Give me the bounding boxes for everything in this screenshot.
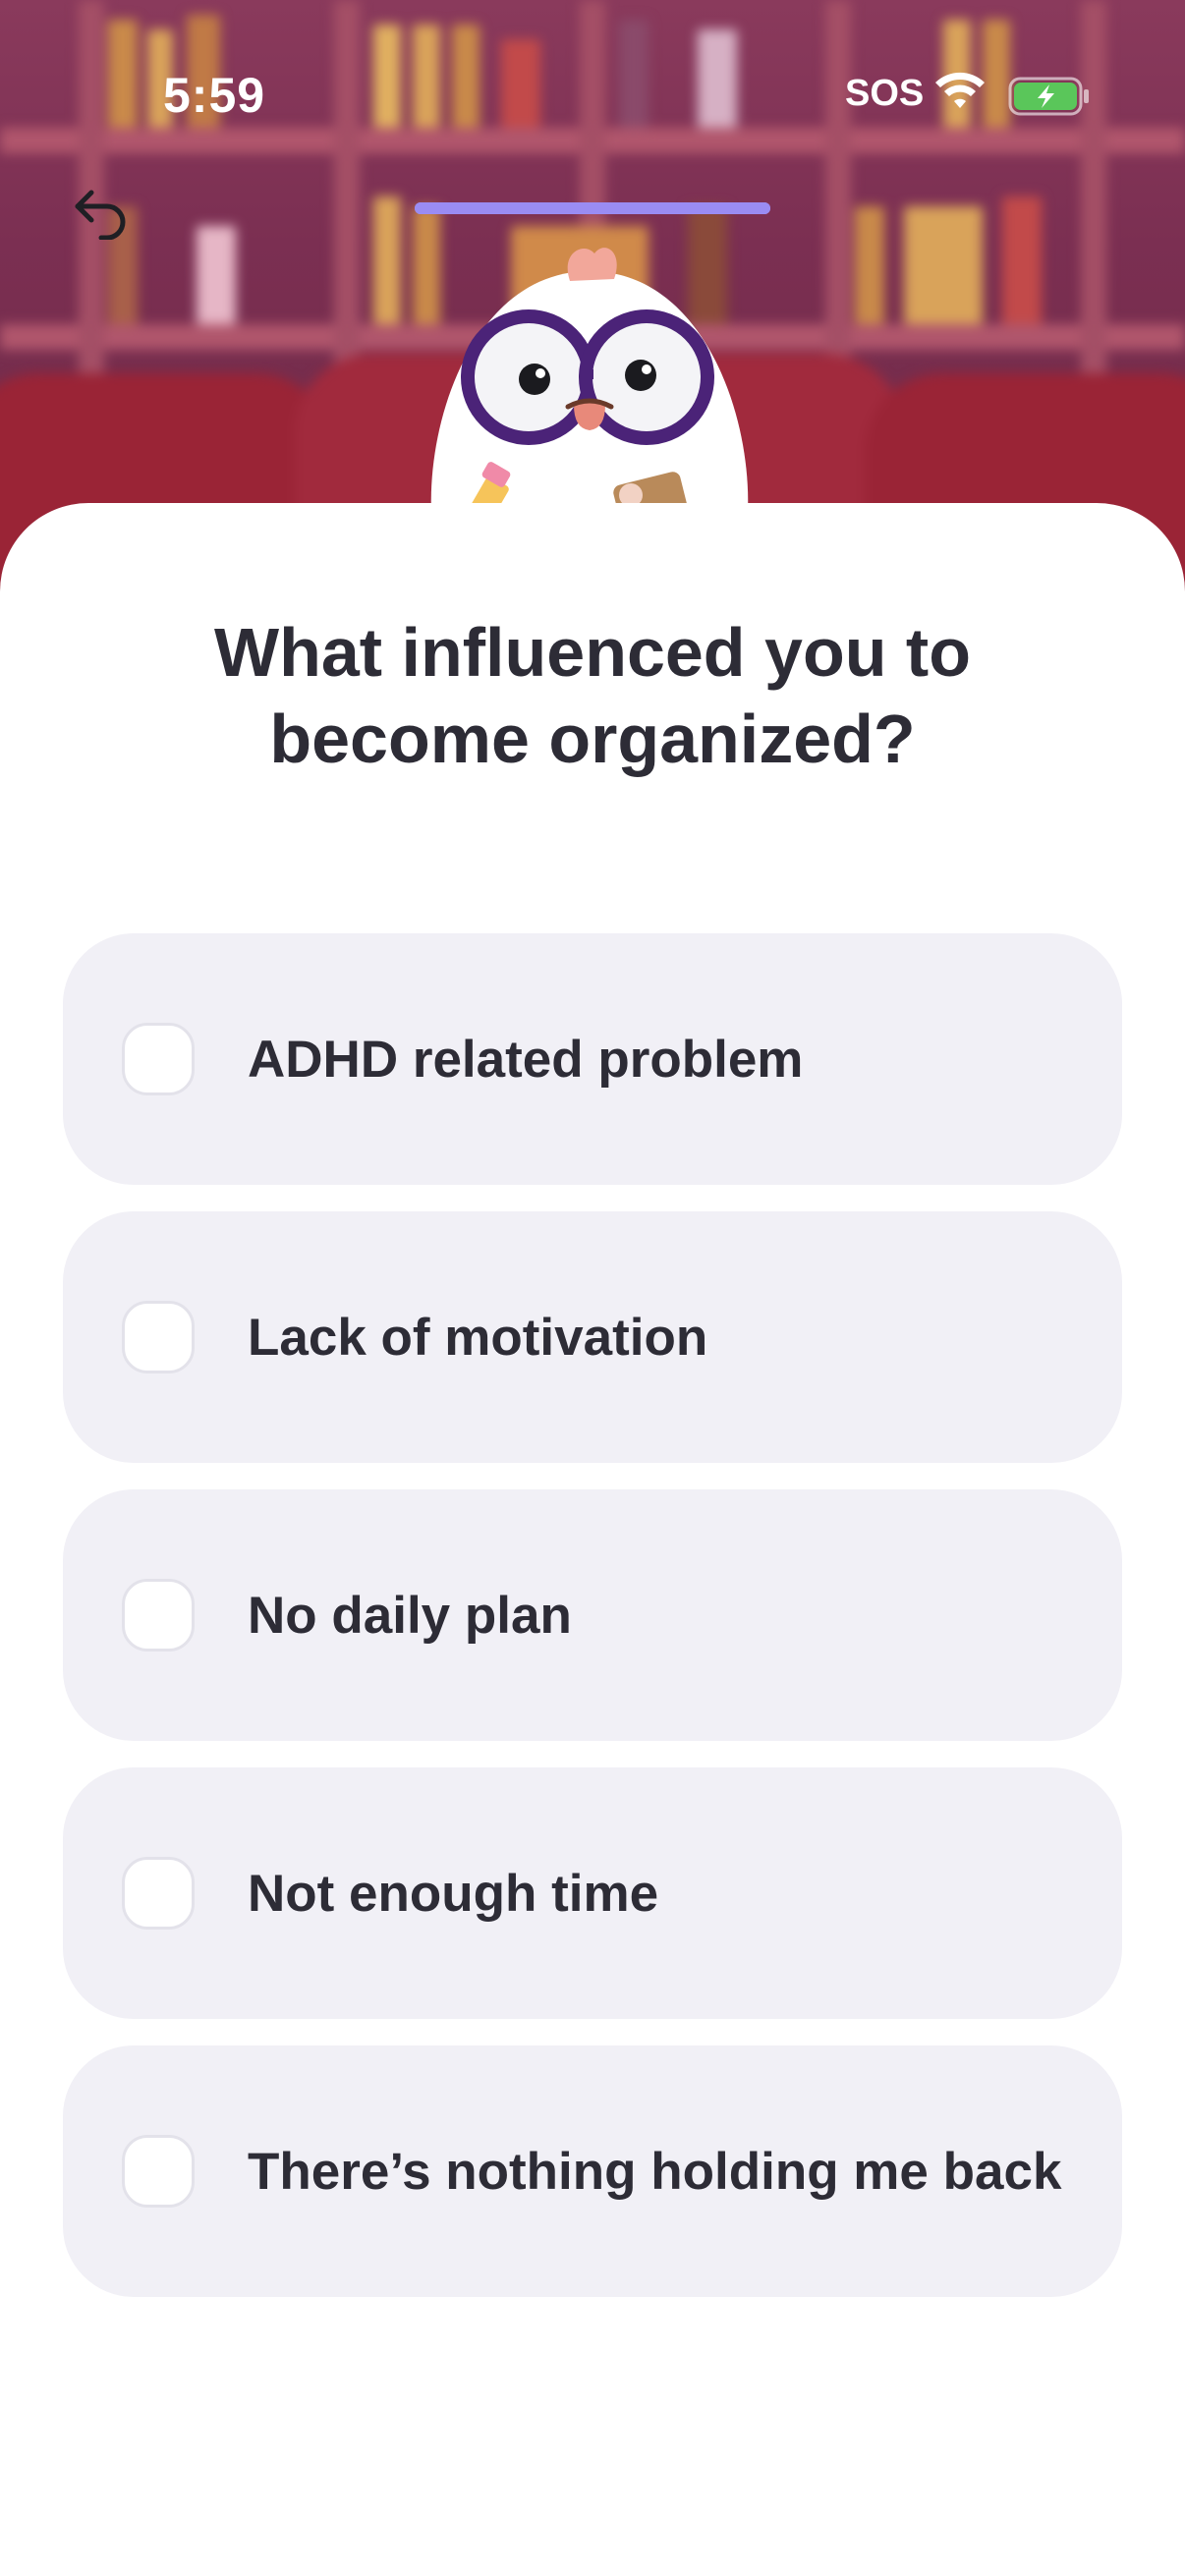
option-adhd[interactable]: ADHD related problem	[63, 933, 1122, 1185]
option-lack-of-motivation[interactable]: Lack of motivation	[63, 1211, 1122, 1463]
question-title: What influenced you to become organized?	[214, 614, 971, 777]
progress-bar	[415, 202, 770, 214]
checkbox[interactable]	[122, 1301, 195, 1373]
status-bar: 5:59 SOS	[0, 0, 1185, 196]
option-no-daily-plan[interactable]: No daily plan	[63, 1489, 1122, 1741]
option-label: There’s nothing holding me back	[248, 2142, 1062, 2201]
checkbox[interactable]	[122, 2135, 195, 2208]
option-nothing-holding-back[interactable]: There’s nothing holding me back	[63, 2045, 1122, 2297]
status-time: 5:59	[163, 68, 266, 123]
checkbox[interactable]	[122, 1857, 195, 1930]
back-arrow-icon	[75, 190, 126, 240]
back-button[interactable]	[65, 177, 138, 250]
status-carrier: SOS	[845, 73, 925, 114]
options-list: ADHD related problem Lack of motivation …	[63, 933, 1122, 2324]
option-label: Not enough time	[248, 1864, 659, 1923]
question-card: What influenced you to become organized?…	[0, 503, 1185, 2576]
option-label: Lack of motivation	[248, 1308, 708, 1367]
owl-mascot-image	[413, 232, 766, 552]
checkbox[interactable]	[122, 1023, 195, 1095]
option-not-enough-time[interactable]: Not enough time	[63, 1767, 1122, 2019]
option-label: ADHD related problem	[248, 1030, 804, 1089]
checkbox[interactable]	[122, 1579, 195, 1652]
wifi-icon	[933, 71, 987, 117]
battery-charging-icon	[1008, 77, 1091, 121]
option-label: No daily plan	[248, 1586, 572, 1645]
progress-fill	[415, 202, 770, 214]
